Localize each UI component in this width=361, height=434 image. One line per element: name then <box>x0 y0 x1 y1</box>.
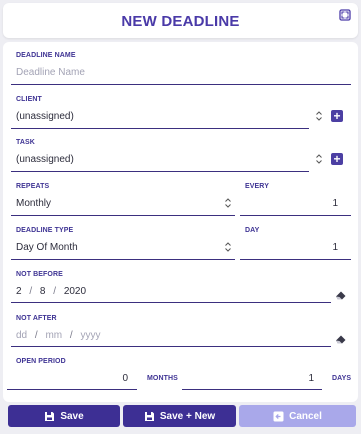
cancel-button[interactable]: Cancel <box>239 405 356 427</box>
repeats-underline <box>11 215 235 216</box>
client-select[interactable]: (unassigned) <box>16 111 74 122</box>
task-select[interactable]: (unassigned) <box>16 154 74 165</box>
not-before-day[interactable]: 8 <box>40 286 46 297</box>
every-input[interactable]: 1 <box>323 198 338 209</box>
not-before-underline <box>11 302 331 303</box>
open-period-months-underline <box>7 389 137 390</box>
add-client-button[interactable]: + <box>331 110 343 122</box>
open-period-label: OPEN PERIOD <box>16 358 66 365</box>
back-arrow-icon <box>273 411 284 421</box>
save-new-label: Save + New <box>159 410 216 422</box>
task-chevrons-icon[interactable] <box>315 153 323 165</box>
not-after-date-input[interactable]: dd / mm / yyyy <box>16 330 100 341</box>
not-after-day-placeholder[interactable]: dd <box>16 330 27 341</box>
deadline-name-input[interactable]: Deadline Name <box>16 67 85 78</box>
floppy-disk-icon <box>144 411 154 421</box>
client-label: CLIENT <box>16 96 42 103</box>
clear-not-after-eraser-icon[interactable] <box>335 334 347 344</box>
not-before-year[interactable]: 2020 <box>64 286 86 297</box>
open-period-days-underline <box>182 389 322 390</box>
task-underline <box>11 171 309 172</box>
deadline-type-label: DEADLINE TYPE <box>16 227 74 234</box>
save-button[interactable]: Save <box>8 405 120 427</box>
save-new-button[interactable]: Save + New <box>123 405 236 427</box>
open-period-months-input[interactable]: 0 <box>113 373 128 384</box>
save-label: Save <box>60 410 84 422</box>
not-before-month[interactable]: 2 <box>16 286 22 297</box>
client-chevrons-icon[interactable] <box>315 110 323 122</box>
open-period-days-input[interactable]: 1 <box>299 373 314 384</box>
not-before-label: NOT BEFORE <box>16 271 63 278</box>
cancel-label: Cancel <box>289 410 322 422</box>
repeats-label: REPEATS <box>16 183 50 190</box>
date-separator: / <box>53 286 57 297</box>
dialog-header: NEW DEADLINE <box>3 3 358 38</box>
repeats-select[interactable]: Monthly <box>16 198 51 209</box>
dialog-title: NEW DEADLINE <box>121 13 240 30</box>
not-after-underline <box>11 346 331 347</box>
not-after-label: NOT AFTER <box>16 315 57 322</box>
day-input[interactable]: 1 <box>323 242 338 253</box>
client-underline <box>11 128 309 129</box>
deadline-name-label: DEADLINE NAME <box>16 52 76 59</box>
open-period-months-unit: MONTHS <box>147 375 178 382</box>
clear-not-before-eraser-icon[interactable] <box>335 290 347 300</box>
date-separator: / <box>34 330 38 341</box>
floppy-disk-icon <box>45 411 55 421</box>
deadline-form: DEADLINE NAME Deadline Name CLIENT (unas… <box>3 42 358 402</box>
every-underline <box>240 215 351 216</box>
every-label: EVERY <box>245 183 269 190</box>
deadline-name-underline <box>11 84 351 85</box>
deadline-type-chevrons-icon[interactable] <box>224 241 232 253</box>
not-after-month-placeholder[interactable]: mm <box>45 330 62 341</box>
date-separator: / <box>69 330 73 341</box>
add-task-button[interactable]: + <box>331 153 343 165</box>
day-label: DAY <box>245 227 260 234</box>
repeats-chevrons-icon[interactable] <box>224 197 232 209</box>
date-separator: / <box>29 286 33 297</box>
task-label: TASK <box>16 139 35 146</box>
deadline-type-underline <box>11 259 235 260</box>
day-underline <box>240 259 351 260</box>
deadline-type-select[interactable]: Day Of Month <box>16 242 78 253</box>
not-after-year-placeholder[interactable]: yyyy <box>80 330 100 341</box>
open-period-days-unit: DAYS <box>332 375 352 382</box>
expand-icon[interactable] <box>339 9 351 21</box>
not-before-date-input[interactable]: 2 / 8 / 2020 <box>16 286 86 297</box>
